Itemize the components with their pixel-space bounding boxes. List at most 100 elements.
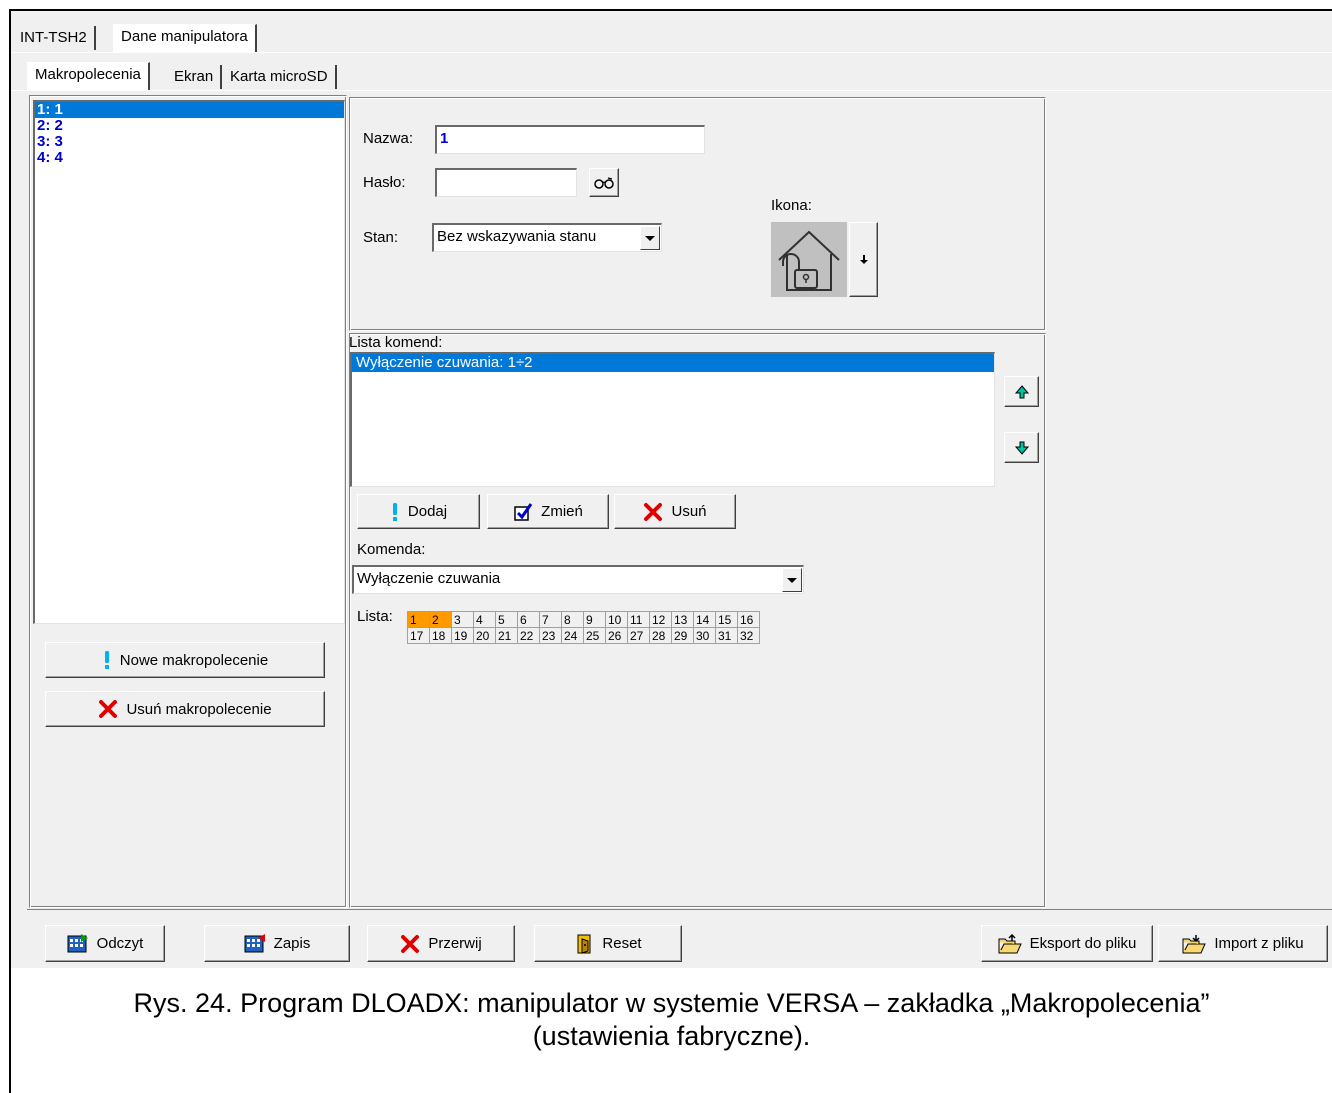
partition-cell[interactable]: 14 xyxy=(693,611,716,628)
delete-command-button[interactable]: Usuń xyxy=(614,494,736,529)
partition-cell[interactable]: 21 xyxy=(495,627,518,644)
partition-cell[interactable]: 30 xyxy=(693,627,716,644)
state-label: Stan: xyxy=(363,229,399,246)
abort-label: Przerwij xyxy=(428,935,482,952)
partition-cell[interactable]: 26 xyxy=(605,627,628,644)
partition-cell[interactable]: 6 xyxy=(517,611,540,628)
delete-command-label: Usuń xyxy=(671,503,707,520)
tab-makropolecenia[interactable]: Makropolecenia xyxy=(27,62,150,90)
edit-command-label: Zmień xyxy=(541,503,583,520)
command-listbox[interactable]: Wyłączenie czuwania: 1÷2 xyxy=(350,352,995,487)
partition-cell[interactable]: 24 xyxy=(561,627,584,644)
macro-list-item[interactable]: 2: 2 xyxy=(35,118,344,134)
reset-door-icon xyxy=(574,933,594,955)
new-macro-button[interactable]: Nowe makropolecenie xyxy=(45,642,325,678)
macro-list-item[interactable]: 3: 3 xyxy=(35,134,344,150)
arrow-up-icon xyxy=(1014,384,1029,399)
figure-caption-line2: (ustawienia fabryczne). xyxy=(532,1021,811,1051)
abort-button[interactable]: Przerwij xyxy=(367,925,515,962)
partition-cell[interactable]: 3 xyxy=(451,611,474,628)
export-button[interactable]: Eksport do pliku xyxy=(981,925,1153,962)
macro-list-item[interactable]: 1: 1 xyxy=(35,102,344,118)
partition-grid[interactable]: 1 2 3 4 5 6 7 8 9 10 11 12 13 14 15 16 17 18 19 20 21 22 23 24… xyxy=(407,611,760,644)
partition-cell[interactable]: 13 xyxy=(671,611,694,628)
partition-cell[interactable]: 17 xyxy=(407,627,430,644)
state-value: Bez wskazywania stanu xyxy=(437,228,597,245)
name-label: Nazwa: xyxy=(363,130,414,147)
partition-cell[interactable]: 20 xyxy=(473,627,496,644)
delete-macro-label: Usuń makropolecenie xyxy=(126,700,272,718)
exclamation-icon xyxy=(102,650,112,670)
dloadx-window: INT-TSH2 Dane manipulatora Makropoleceni… xyxy=(11,11,1332,968)
partition-cell[interactable]: 1 xyxy=(407,611,430,628)
partition-cell[interactable]: 9 xyxy=(583,611,606,628)
partition-cell[interactable]: 27 xyxy=(627,627,650,644)
state-dropdown[interactable]: Bez wskazywania stanu xyxy=(432,223,662,252)
password-field[interactable] xyxy=(435,168,577,197)
partition-cell[interactable]: 16 xyxy=(737,611,760,628)
partition-cell[interactable]: 15 xyxy=(715,611,738,628)
arrow-down-icon xyxy=(1014,441,1029,455)
partition-cell[interactable]: 10 xyxy=(605,611,628,628)
new-macro-label: Nowe makropolecenie xyxy=(119,651,269,669)
import-label: Import z pliku xyxy=(1214,935,1304,952)
chevron-down-icon[interactable] xyxy=(640,226,660,250)
name-field[interactable]: 1 xyxy=(435,125,705,154)
macro-list-item[interactable]: 4: 4 xyxy=(35,150,344,166)
glasses-icon xyxy=(594,176,614,189)
icon-select-button[interactable] xyxy=(849,222,878,297)
partition-cell[interactable]: 4 xyxy=(473,611,496,628)
house-padlock-icon xyxy=(778,230,840,291)
command-list-item[interactable]: Wyłączenie czuwania: 1÷2 xyxy=(352,354,994,372)
write-button[interactable]: Zapis xyxy=(204,925,350,962)
folder-export-icon xyxy=(998,933,1022,954)
partition-cell[interactable]: 2 xyxy=(429,611,452,628)
partition-cell[interactable]: 25 xyxy=(583,627,606,644)
keypad-read-icon xyxy=(67,933,89,954)
partition-cell[interactable]: 32 xyxy=(737,627,760,644)
arrow-down-icon xyxy=(859,254,868,265)
subtab-divider xyxy=(11,90,1332,91)
delete-macro-button[interactable]: Usuń makropolecenie xyxy=(45,691,325,727)
export-label: Eksport do pliku xyxy=(1029,935,1137,952)
partition-cell[interactable]: 23 xyxy=(539,627,562,644)
partition-cell[interactable]: 31 xyxy=(715,627,738,644)
command-label: Komenda: xyxy=(357,541,426,558)
tab-ekran[interactable]: Ekran xyxy=(167,65,223,89)
show-password-button[interactable] xyxy=(589,168,619,197)
red-x-icon xyxy=(643,502,663,522)
command-value: Wyłączenie czuwania xyxy=(357,570,501,587)
partition-cell[interactable]: 5 xyxy=(495,611,518,628)
tab-karta-microsd[interactable]: Karta microSD xyxy=(223,65,337,89)
import-button[interactable]: Import z pliku xyxy=(1158,925,1328,962)
move-up-button[interactable] xyxy=(1004,376,1039,407)
partition-cell[interactable]: 7 xyxy=(539,611,562,628)
partition-cell[interactable]: 19 xyxy=(451,627,474,644)
tab-divider xyxy=(11,52,1332,53)
icon-preview[interactable] xyxy=(771,222,847,297)
reset-label: Reset xyxy=(602,935,642,952)
partition-cell[interactable]: 18 xyxy=(429,627,452,644)
edit-command-button[interactable]: Zmień xyxy=(487,494,609,529)
figure-caption-line1: Rys. 24. Program DLOADX: manipulator w s… xyxy=(133,988,1210,1018)
macro-listbox[interactable]: 1: 1 2: 2 3: 3 4: 4 xyxy=(33,100,345,624)
partition-cell[interactable]: 29 xyxy=(671,627,694,644)
command-dropdown[interactable]: Wyłączenie czuwania xyxy=(352,565,804,594)
tab-dane-manipulatora[interactable]: Dane manipulatora xyxy=(113,24,257,52)
partition-cell[interactable]: 22 xyxy=(517,627,540,644)
chevron-down-icon[interactable] xyxy=(782,568,802,592)
icon-label: Ikona: xyxy=(771,197,812,214)
read-button[interactable]: Odczyt xyxy=(45,925,165,962)
partition-cell[interactable]: 11 xyxy=(627,611,650,628)
tab-int-tsh2[interactable]: INT-TSH2 xyxy=(13,26,96,50)
partition-grid-row: 1 2 3 4 5 6 7 8 9 10 11 12 13 14 15 16 xyxy=(407,611,760,628)
partition-cell[interactable]: 28 xyxy=(649,627,672,644)
partition-cell[interactable]: 8 xyxy=(561,611,584,628)
partition-cell[interactable]: 12 xyxy=(649,611,672,628)
exclamation-icon xyxy=(390,502,400,522)
write-label: Zapis xyxy=(273,935,311,952)
move-down-button[interactable] xyxy=(1004,432,1039,463)
password-label: Hasło: xyxy=(363,174,406,191)
reset-button[interactable]: Reset xyxy=(534,925,682,962)
add-command-button[interactable]: Dodaj xyxy=(357,494,480,529)
